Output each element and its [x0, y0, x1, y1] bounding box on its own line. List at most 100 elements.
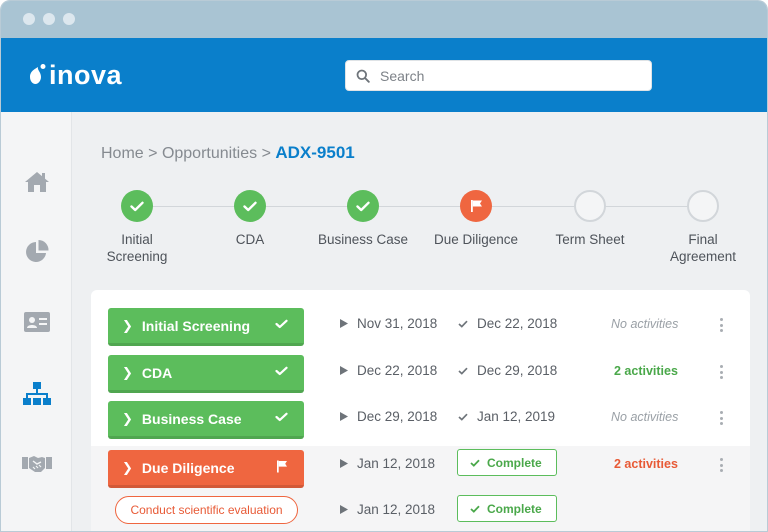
step-label: Term Sheet [555, 232, 625, 247]
step-label: Business Case [317, 232, 409, 247]
checkmark-icon [275, 319, 288, 329]
complete-button[interactable]: Complete [457, 449, 557, 476]
step-done-circle [234, 190, 266, 222]
phase-row: ❯ Initial Screening Nov 31, 2018 Dec 22,… [91, 302, 750, 348]
start-date: Dec 22, 2018 [340, 363, 437, 378]
app-window: inova Search Home > Opportunities > ADX-… [0, 0, 768, 532]
breadcrumb-separator: > [261, 145, 271, 162]
check-small-icon [458, 367, 468, 375]
flag-icon [277, 460, 287, 473]
checkmark-icon [470, 459, 480, 467]
logo[interactable]: inova [27, 60, 122, 90]
chevron-right-icon: ❯ [122, 410, 133, 426]
checkmark-icon [275, 412, 288, 422]
checkmark-icon [275, 366, 288, 376]
search-input[interactable] [380, 67, 630, 84]
app-header: inova [1, 38, 767, 112]
org-chart-icon [23, 382, 51, 405]
main-content: Home > Opportunities > ADX-9501 Initial S… [72, 112, 767, 531]
handshake-icon [22, 456, 52, 472]
play-icon [340, 366, 348, 375]
phase-row-active: ❯ Due Diligence Jan 12, 2018 Complete 2 … [91, 446, 750, 531]
step-business-case[interactable]: Business Case [303, 190, 423, 248]
phase-button-initial-screening[interactable]: ❯ Initial Screening [108, 308, 304, 346]
check-small-icon [458, 320, 468, 328]
play-icon [340, 319, 348, 328]
play-icon [340, 459, 348, 468]
checkmark-icon [130, 201, 144, 211]
activities-count: No activities [611, 317, 679, 331]
task-conduct-scientific-evaluation[interactable]: Conduct scientific evaluation [115, 496, 298, 524]
play-icon [340, 505, 348, 514]
window-close-dot[interactable] [23, 13, 35, 25]
play-icon [340, 412, 348, 421]
more-options-icon[interactable] [718, 318, 724, 332]
phase-row: ❯ CDA Dec 22, 2018 Dec 29, 2018 2 activi… [91, 349, 750, 395]
step-label: Initial Screening [106, 232, 168, 264]
step-due-diligence[interactable]: Due Diligence [416, 190, 536, 248]
window-titlebar [1, 1, 767, 38]
activities-link[interactable]: 2 activities [614, 364, 678, 378]
chevron-right-icon: ❯ [122, 317, 133, 333]
task-complete-button[interactable]: Complete [457, 495, 557, 522]
logo-drop-icon [30, 64, 46, 84]
phase-label: Due Diligence [141, 459, 235, 476]
breadcrumb-current: ADX-9501 [275, 143, 355, 162]
breadcrumb-separator: > [148, 145, 158, 162]
step-term-sheet[interactable]: Term Sheet [530, 190, 650, 248]
step-final-agreement[interactable]: Final Agreement [643, 190, 763, 265]
chevron-right-icon: ❯ [122, 364, 133, 380]
progress-stepper: Initial Screening CDA Business Case Due D… [72, 190, 767, 280]
phase-label: Initial Screening [141, 317, 251, 334]
sidebar-item-partnerships[interactable] [21, 448, 53, 480]
checkmark-icon [470, 505, 480, 513]
sidebar-item-analytics[interactable] [21, 236, 53, 268]
step-label: Final Agreement [669, 232, 737, 264]
search-icon [356, 69, 370, 83]
pie-chart-icon [26, 239, 49, 262]
step-label: Due Diligence [433, 232, 519, 247]
step-label: CDA [235, 232, 265, 247]
step-active-circle [460, 190, 492, 222]
window-maximize-dot[interactable] [63, 13, 75, 25]
end-date: Jan 12, 2019 [458, 409, 555, 424]
checkmark-icon [356, 201, 370, 211]
flag-icon [470, 200, 482, 212]
end-date: Dec 22, 2018 [458, 316, 557, 331]
phase-row: ❯ Business Case Dec 29, 2018 Jan 12, 201… [91, 395, 750, 441]
sidebar-item-organization[interactable] [21, 378, 53, 410]
activities-count: No activities [611, 410, 679, 424]
step-cda[interactable]: CDA [190, 190, 310, 248]
phase-label: CDA [141, 364, 173, 381]
phase-button-due-diligence[interactable]: ❯ Due Diligence [108, 450, 304, 488]
breadcrumb-home[interactable]: Home [101, 145, 144, 162]
more-options-icon[interactable] [718, 411, 724, 425]
start-date: Dec 29, 2018 [340, 409, 437, 424]
step-todo-circle [687, 190, 719, 222]
home-icon [25, 172, 49, 192]
chevron-right-icon: ❯ [122, 459, 133, 475]
sidebar-item-home[interactable] [21, 166, 53, 198]
sidebar-item-contacts[interactable] [21, 306, 53, 338]
step-initial-screening[interactable]: Initial Screening [77, 190, 197, 265]
phase-button-business-case[interactable]: ❯ Business Case [108, 401, 304, 439]
start-date: Jan 12, 2018 [340, 456, 435, 471]
check-small-icon [458, 413, 468, 421]
search-box[interactable] [345, 60, 652, 91]
phases-card: ❯ Initial Screening Nov 31, 2018 Dec 22,… [91, 290, 750, 531]
breadcrumb-opportunities[interactable]: Opportunities [162, 145, 257, 162]
end-date: Dec 29, 2018 [458, 363, 557, 378]
task-row: Conduct scientific evaluation Jan 12, 20… [91, 490, 750, 531]
sidebar [1, 112, 72, 531]
window-minimize-dot[interactable] [43, 13, 55, 25]
activities-link[interactable]: 2 activities [614, 457, 678, 471]
more-options-icon[interactable] [718, 458, 724, 472]
checkmark-icon [243, 201, 257, 211]
id-card-icon [24, 312, 50, 332]
step-done-circle [121, 190, 153, 222]
more-options-icon[interactable] [718, 365, 724, 379]
phase-button-cda[interactable]: ❯ CDA [108, 355, 304, 393]
phase-label: Business Case [141, 410, 242, 427]
breadcrumb: Home > Opportunities > ADX-9501 [101, 143, 355, 163]
start-date: Nov 31, 2018 [340, 316, 437, 331]
